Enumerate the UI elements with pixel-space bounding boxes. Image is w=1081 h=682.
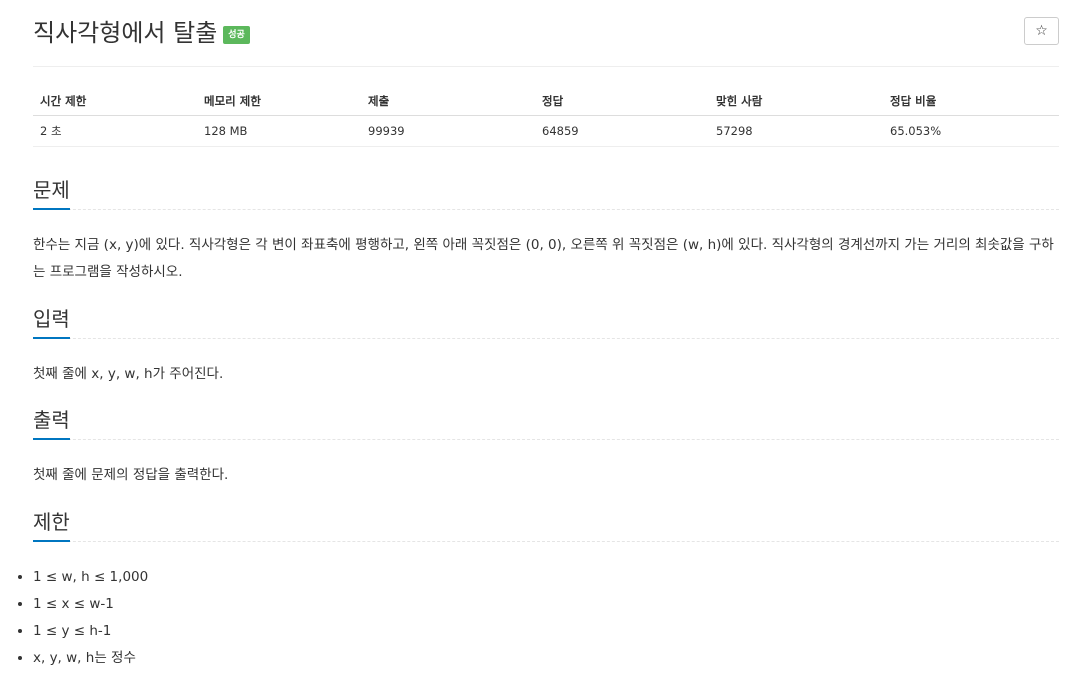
limit-item: 1 ≤ x ≤ w-1 [33, 591, 148, 618]
header-solved-users: 맞힌 사람 [709, 86, 883, 116]
value-accept-ratio: 65.053% [883, 115, 1059, 147]
header-submissions: 제출 [361, 86, 535, 116]
value-submissions: 99939 [361, 115, 535, 147]
header-memory-limit: 메모리 제한 [197, 86, 361, 116]
star-icon: ☆ [1035, 23, 1048, 39]
input-title: 입력 [33, 305, 70, 339]
limits-title: 제한 [33, 508, 70, 542]
status-badge: 성공 [223, 26, 250, 44]
description-title: 문제 [33, 176, 70, 210]
value-solved-users: 57298 [709, 115, 883, 147]
header-accept-ratio: 정답 비율 [883, 86, 1059, 116]
value-accepted: 64859 [535, 115, 709, 147]
value-memory-limit: 128 MB [197, 115, 361, 147]
problem-title: 직사각형에서 탈출 [33, 19, 218, 47]
output-section-head: 출력 [33, 406, 1059, 440]
output-section: 출력 첫째 줄에 문제의 정답을 출력한다. [33, 406, 1059, 489]
limits-list: 1 ≤ w, h ≤ 1,000 1 ≤ x ≤ w-1 1 ≤ y ≤ h-1… [0, 564, 148, 672]
input-text: 첫째 줄에 x, y, w, h가 주어진다. [33, 366, 224, 382]
problem-header: 직사각형에서 탈출 성공 ☆ [33, 0, 1059, 67]
input-section: 입력 첫째 줄에 x, y, w, h가 주어진다. [33, 305, 1059, 388]
limit-item: 1 ≤ w, h ≤ 1,000 [33, 564, 148, 591]
output-text: 첫째 줄에 문제의 정답을 출력한다. [33, 467, 229, 483]
input-section-head: 입력 [33, 305, 1059, 339]
favorite-button[interactable]: ☆ [1024, 17, 1059, 45]
description-section-head: 문제 [33, 176, 1059, 210]
limits-section-head: 제한 [33, 508, 1059, 542]
limit-item: 1 ≤ y ≤ h-1 [33, 618, 148, 645]
description-section: 문제 한수는 지금 (x, y)에 있다. 직사각형은 각 변이 좌표축에 평행… [33, 176, 1059, 286]
description-text: 한수는 지금 (x, y)에 있다. 직사각형은 각 변이 좌표축에 평행하고,… [33, 237, 1054, 280]
problem-title-wrap: 직사각형에서 탈출 성공 [33, 16, 250, 50]
header-time-limit: 시간 제한 [33, 86, 197, 116]
limits-section: 제한 [33, 508, 1059, 542]
info-value-row: 2 초 128 MB 99939 64859 57298 65.053% [33, 115, 1059, 147]
limit-item: x, y, w, h는 정수 [33, 645, 148, 672]
output-title: 출력 [33, 406, 70, 440]
info-header-row: 시간 제한 메모리 제한 제출 정답 맞힌 사람 정답 비율 [33, 86, 1059, 116]
value-time-limit: 2 초 [33, 115, 197, 147]
problem-page: 직사각형에서 탈출 성공 ☆ 시간 제한 메모리 제한 제출 정답 맞힌 사람 정… [33, 0, 1059, 666]
header-accepted: 정답 [535, 86, 709, 116]
problem-info-table: 시간 제한 메모리 제한 제출 정답 맞힌 사람 정답 비율 2 초 128 M… [33, 86, 1059, 147]
